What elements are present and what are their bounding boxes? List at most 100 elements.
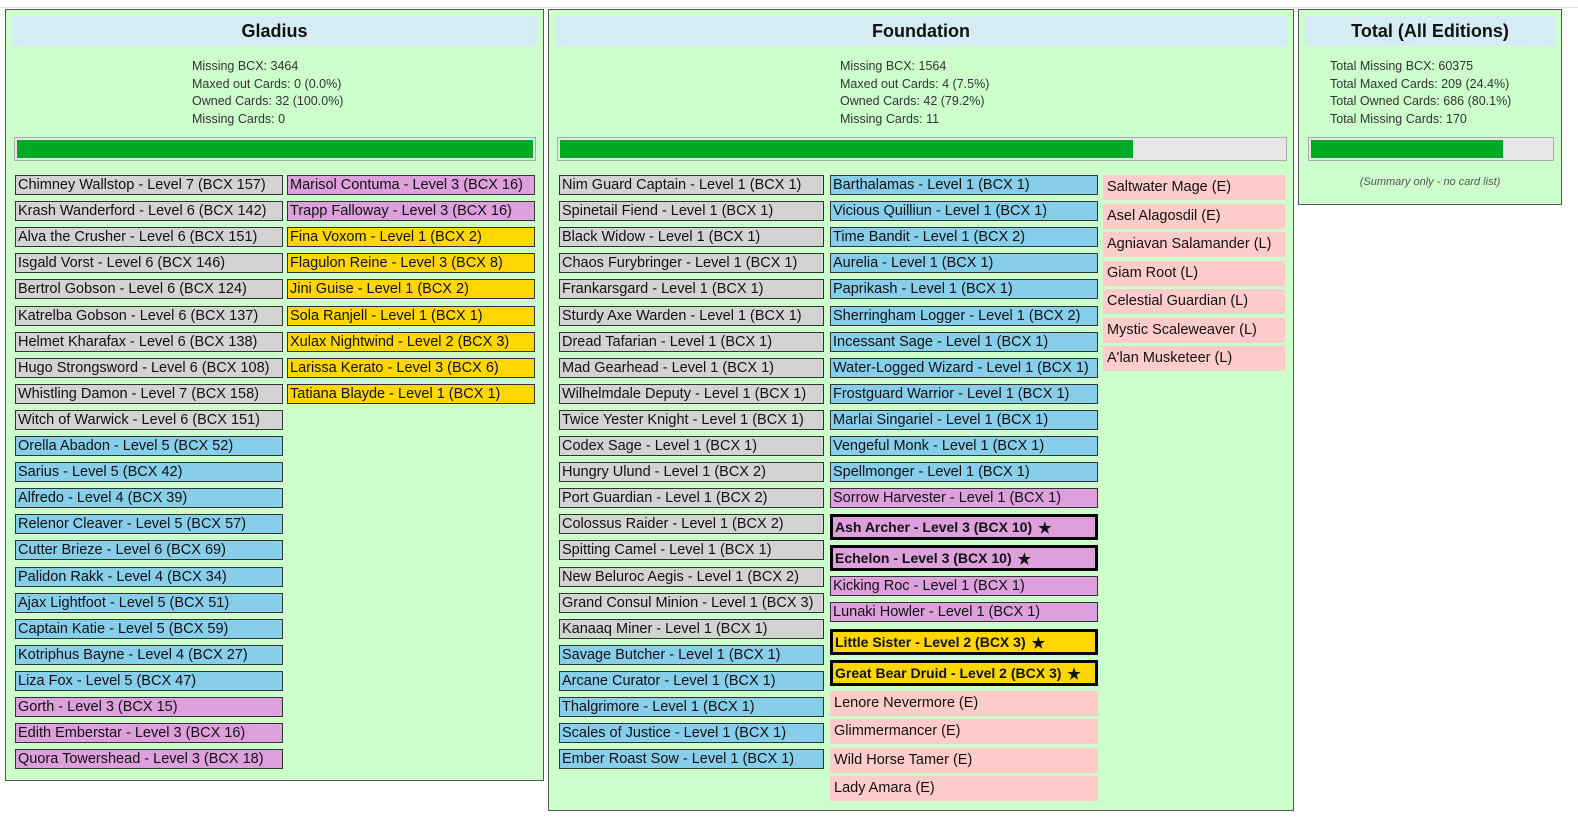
- card-jini-guise[interactable]: Jini Guise - Level 1 (BCX 2): [287, 279, 535, 300]
- card-a-lan-musketeer[interactable]: A'lan Musketeer (L): [1103, 346, 1285, 371]
- card-sarius[interactable]: Sarius - Level 5 (BCX 42): [15, 462, 283, 483]
- card-frostguard-warrior[interactable]: Frostguard Warrior - Level 1 (BCX 1): [830, 383, 1098, 404]
- card-dread-tafarian[interactable]: Dread Tafarian - Level 1 (BCX 1): [559, 331, 824, 352]
- card-hugo-strongsword[interactable]: Hugo Strongsword - Level 6 (BCX 108): [15, 357, 283, 378]
- card-new-beluroc-aegis[interactable]: New Beluroc Aegis - Level 1 (BCX 2): [559, 566, 824, 587]
- card-paprikash[interactable]: Paprikash - Level 1 (BCX 1): [830, 279, 1098, 300]
- card-wilhelmdale-deputy[interactable]: Wilhelmdale Deputy - Level 1 (BCX 1): [559, 383, 824, 404]
- progress-fill: [1311, 140, 1503, 158]
- card-palidon-rakk[interactable]: Palidon Rakk - Level 4 (BCX 34): [15, 566, 283, 587]
- card-hungry-ulund[interactable]: Hungry Ulund - Level 1 (BCX 2): [559, 462, 824, 483]
- progress-bar: [14, 137, 536, 161]
- card-tatiana-blayde[interactable]: Tatiana Blayde - Level 1 (BCX 1): [287, 383, 535, 404]
- card-savage-butcher[interactable]: Savage Butcher - Level 1 (BCX 1): [559, 644, 824, 665]
- card-captain-katie[interactable]: Captain Katie - Level 5 (BCX 59): [15, 618, 283, 639]
- card-krash-wanderford[interactable]: Krash Wanderford - Level 6 (BCX 142): [15, 201, 283, 222]
- card-nim-guard-captain[interactable]: Nim Guard Captain - Level 1 (BCX 1): [559, 175, 824, 195]
- card-grand-consul-minion[interactable]: Grand Consul Minion - Level 1 (BCX 3): [559, 592, 824, 613]
- card-mad-gearhead[interactable]: Mad Gearhead - Level 1 (BCX 1): [559, 357, 824, 378]
- card-label: Kotriphus Bayne - Level 4 (BCX 27): [18, 646, 248, 663]
- card-xulax-nightwind[interactable]: Xulax Nightwind - Level 2 (BCX 3): [287, 331, 535, 352]
- card-lunaki-howler[interactable]: Lunaki Howler - Level 1 (BCX 1): [830, 602, 1098, 623]
- card-kotriphus-bayne[interactable]: Kotriphus Bayne - Level 4 (BCX 27): [15, 644, 283, 665]
- card-kicking-roc[interactable]: Kicking Roc - Level 1 (BCX 1): [830, 576, 1098, 597]
- card-label: Scales of Justice - Level 1 (BCX 1): [562, 725, 787, 742]
- card-black-widow[interactable]: Black Widow - Level 1 (BCX 1): [559, 227, 824, 248]
- card-trapp-falloway[interactable]: Trapp Falloway - Level 3 (BCX 16): [287, 201, 535, 222]
- card-scales-of-justice[interactable]: Scales of Justice - Level 1 (BCX 1): [559, 723, 824, 744]
- card-barthalamas[interactable]: Barthalamas - Level 1 (BCX 1): [830, 175, 1098, 195]
- card-port-guardian[interactable]: Port Guardian - Level 1 (BCX 2): [559, 488, 824, 509]
- card-celestial-guardian[interactable]: Celestial Guardian (L): [1103, 289, 1285, 314]
- card-quora-towershead[interactable]: Quora Towershead - Level 3 (BCX 18): [15, 749, 283, 770]
- card-chaos-furybringer[interactable]: Chaos Furybringer - Level 1 (BCX 1): [559, 253, 824, 274]
- card-orella-abadon[interactable]: Orella Abadon - Level 5 (BCX 52): [15, 436, 283, 456]
- card-saltwater-mage[interactable]: Saltwater Mage (E): [1103, 175, 1285, 200]
- stat-maxed-cards: Maxed out Cards: 4 (7.5%): [840, 76, 990, 91]
- card-larissa-kerato[interactable]: Larissa Kerato - Level 3 (BCX 6): [287, 357, 535, 378]
- card-vicious-quilliun[interactable]: Vicious Quilliun - Level 1 (BCX 1): [830, 201, 1098, 222]
- card-vengeful-monk[interactable]: Vengeful Monk - Level 1 (BCX 1): [830, 436, 1098, 456]
- card-whistling-damon[interactable]: Whistling Damon - Level 7 (BCX 158): [15, 383, 283, 404]
- card-ajax-lightfoot[interactable]: Ajax Lightfoot - Level 5 (BCX 51): [15, 592, 283, 613]
- card-little-sister[interactable]: Little Sister - Level 2 (BCX 3) ★: [830, 628, 1098, 655]
- card-sherringham-logger[interactable]: Sherringham Logger - Level 1 (BCX 2): [830, 305, 1098, 326]
- card-alva-the-crusher[interactable]: Alva the Crusher - Level 6 (BCX 151): [15, 227, 283, 248]
- card-lady-amara[interactable]: Lady Amara (E): [830, 776, 1098, 801]
- card-mystic-scaleweaver[interactable]: Mystic Scaleweaver (L): [1103, 317, 1285, 343]
- progress-bar: [1308, 137, 1554, 161]
- card-label: Spitting Camel - Level 1 (BCX 1): [562, 542, 772, 559]
- card-cutter-brieze[interactable]: Cutter Brieze - Level 6 (BCX 69): [15, 540, 283, 561]
- card-asel-alagosdil[interactable]: Asel Alagosdil (E): [1103, 203, 1285, 229]
- card-colossus-raider[interactable]: Colossus Raider - Level 1 (BCX 2): [559, 514, 824, 535]
- card-chimney-wallstop[interactable]: Chimney Wallstop - Level 7 (BCX 157): [15, 175, 283, 195]
- card-time-bandit[interactable]: Time Bandit - Level 1 (BCX 2): [830, 227, 1098, 248]
- card-giam-root[interactable]: Giam Root (L): [1103, 260, 1285, 286]
- card-thalgrimore[interactable]: Thalgrimore - Level 1 (BCX 1): [559, 697, 824, 717]
- card-label: Kanaaq Miner - Level 1 (BCX 1): [562, 620, 768, 637]
- card-label: Witch of Warwick - Level 6 (BCX 151): [18, 411, 260, 428]
- card-relenor-cleaver[interactable]: Relenor Cleaver - Level 5 (BCX 57): [15, 514, 283, 535]
- card-water-logged-wizard[interactable]: Water-Logged Wizard - Level 1 (BCX 1): [830, 357, 1098, 378]
- card-aurelia[interactable]: Aurelia - Level 1 (BCX 1): [830, 253, 1098, 274]
- card-great-bear-druid[interactable]: Great Bear Druid - Level 2 (BCX 3) ★: [830, 659, 1098, 686]
- card-agniavan-salamander[interactable]: Agniavan Salamander (L): [1103, 232, 1285, 257]
- card-katrelba-gobson[interactable]: Katrelba Gobson - Level 6 (BCX 137): [15, 305, 283, 326]
- card-flagulon-reine[interactable]: Flagulon Reine - Level 3 (BCX 8): [287, 253, 535, 274]
- card-marisol-contuma[interactable]: Marisol Contuma - Level 3 (BCX 16): [287, 175, 535, 195]
- stat-owned-cards: Owned Cards: 32 (100.0%): [192, 94, 344, 108]
- card-alfredo[interactable]: Alfredo - Level 4 (BCX 39): [15, 488, 283, 509]
- card-incessant-sage[interactable]: Incessant Sage - Level 1 (BCX 1): [830, 331, 1098, 352]
- card-spellmonger[interactable]: Spellmonger - Level 1 (BCX 1): [830, 462, 1098, 483]
- card-twice-yester-knight[interactable]: Twice Yester Knight - Level 1 (BCX 1): [559, 409, 824, 430]
- card-frankarsgard[interactable]: Frankarsgard - Level 1 (BCX 1): [559, 279, 824, 300]
- card-marlai-singariel[interactable]: Marlai Singariel - Level 1 (BCX 1): [830, 409, 1098, 430]
- card-lenore-nevermore[interactable]: Lenore Nevermore (E): [830, 690, 1098, 716]
- card-edith-emberstar[interactable]: Edith Emberstar - Level 3 (BCX 16): [15, 723, 283, 744]
- card-witch-of-warwick[interactable]: Witch of Warwick - Level 6 (BCX 151): [15, 409, 283, 430]
- card-spinetail-fiend[interactable]: Spinetail Fiend - Level 1 (BCX 1): [559, 201, 824, 222]
- total-panel: Total (All Editions) Total Missing BCX: …: [1298, 9, 1562, 205]
- card-liza-fox[interactable]: Liza Fox - Level 5 (BCX 47): [15, 670, 283, 691]
- card-sturdy-axe-warden[interactable]: Sturdy Axe Warden - Level 1 (BCX 1): [559, 305, 824, 326]
- card-gorth[interactable]: Gorth - Level 3 (BCX 15): [15, 697, 283, 717]
- card-codex-sage[interactable]: Codex Sage - Level 1 (BCX 1): [559, 436, 824, 456]
- card-bertrol-gobson[interactable]: Bertrol Gobson - Level 6 (BCX 124): [15, 279, 283, 300]
- stat-owned-cards: Owned Cards: 42 (79.2%): [840, 94, 985, 108]
- card-kanaaq-miner[interactable]: Kanaaq Miner - Level 1 (BCX 1): [559, 618, 824, 639]
- card-isgald-vorst[interactable]: Isgald Vorst - Level 6 (BCX 146): [15, 253, 283, 274]
- card-sola-ranjell[interactable]: Sola Ranjell - Level 1 (BCX 1): [287, 305, 535, 326]
- card-spitting-camel[interactable]: Spitting Camel - Level 1 (BCX 1): [559, 540, 824, 561]
- card-wild-horse-tamer[interactable]: Wild Horse Tamer (E): [830, 747, 1098, 773]
- card-label: Incessant Sage - Level 1 (BCX 1): [833, 333, 1049, 350]
- card-glimmermancer[interactable]: Glimmermancer (E): [830, 719, 1098, 744]
- card-ember-roast-sow[interactable]: Ember Roast Sow - Level 1 (BCX 1): [559, 749, 824, 770]
- card-echelon[interactable]: Echelon - Level 3 (BCX 10) ★: [830, 545, 1098, 572]
- card-sorrow-harvester[interactable]: Sorrow Harvester - Level 1 (BCX 1): [830, 488, 1098, 509]
- card-fina-voxom[interactable]: Fina Voxom - Level 1 (BCX 2): [287, 227, 535, 248]
- card-ash-archer[interactable]: Ash Archer - Level 3 (BCX 10) ★: [830, 514, 1098, 541]
- card-label: Asel Alagosdil (E): [1107, 207, 1221, 224]
- card-helmet-kharafax[interactable]: Helmet Kharafax - Level 6 (BCX 138): [15, 331, 283, 352]
- card-arcane-curator[interactable]: Arcane Curator - Level 1 (BCX 1): [559, 670, 824, 691]
- card-label: Lenore Nevermore (E): [834, 694, 979, 711]
